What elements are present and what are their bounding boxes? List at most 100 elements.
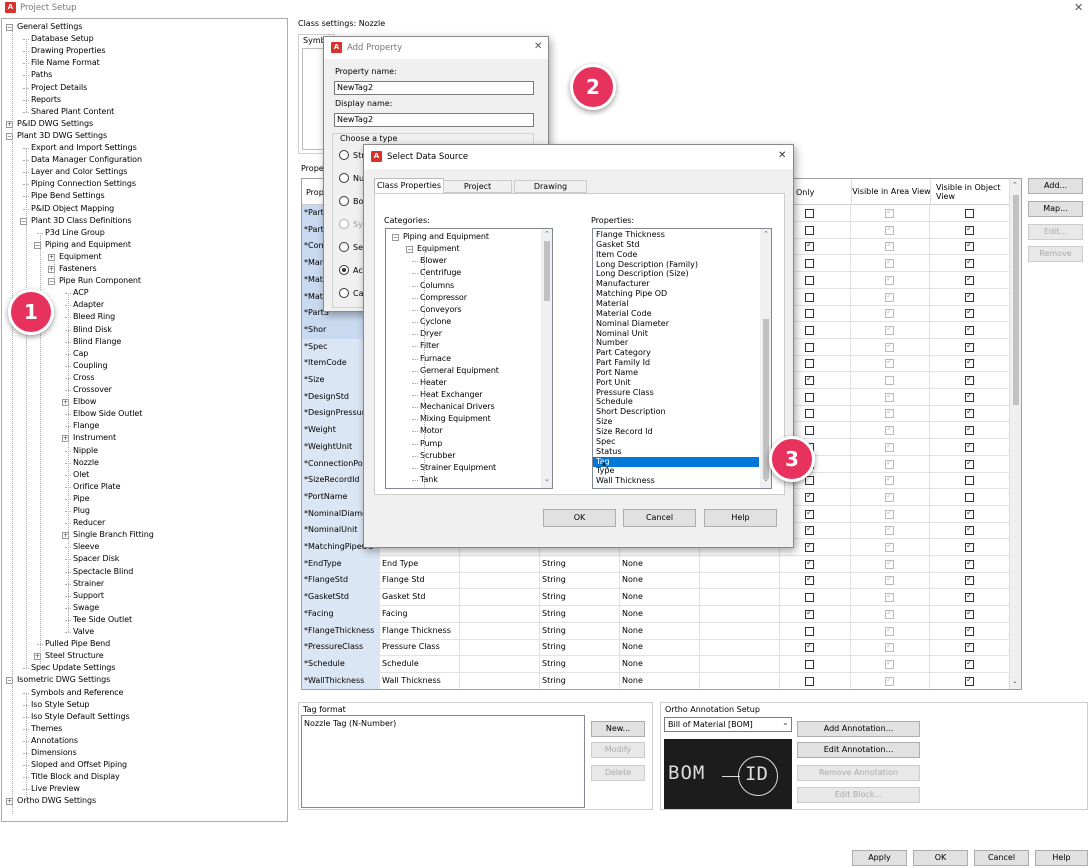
visible-area-checkbox[interactable] xyxy=(885,458,894,469)
visible-area-checkbox[interactable] xyxy=(885,474,894,486)
visible-object-checkbox[interactable] xyxy=(965,240,974,252)
grid-row[interactable]: *FlangeThickness Flange Thickness String No… xyxy=(302,622,1020,640)
property-name-cell[interactable]: *GasketStd xyxy=(302,589,380,607)
edit-annotation-button[interactable]: Edit Annotation... xyxy=(797,742,920,758)
scroll-down-icon[interactable]: ⌄ xyxy=(544,475,550,483)
visible-object-checkbox[interactable] xyxy=(965,274,974,285)
grid-row[interactable]: *PressureClass Pressure Class String None xyxy=(302,639,1020,657)
visible-object-checkbox[interactable] xyxy=(965,492,974,502)
properties-scroll-thumb[interactable] xyxy=(763,319,769,479)
close-icon[interactable]: ✕ xyxy=(534,41,542,52)
scroll-down-icon[interactable]: ⌄ xyxy=(1012,677,1018,685)
visible-area-checkbox[interactable] xyxy=(885,307,894,319)
visible-object-checkbox[interactable] xyxy=(965,341,974,352)
visible-area-checkbox[interactable] xyxy=(885,291,894,302)
cell-type[interactable]: String xyxy=(540,589,620,607)
visible-area-checkbox[interactable] xyxy=(885,491,894,502)
property-list-item[interactable]: Schedule xyxy=(593,397,759,407)
visible-area-checkbox[interactable] xyxy=(885,641,894,653)
property-name-cell[interactable]: *Schedule xyxy=(302,655,380,673)
grid-cell[interactable] xyxy=(460,555,540,573)
cell-type[interactable]: String xyxy=(540,639,620,657)
visible-area-checkbox[interactable] xyxy=(885,574,894,586)
settings-tree[interactable]: − General Settings Database Setup Drawing P… xyxy=(1,18,288,822)
edit-block-button[interactable]: Edit Block... xyxy=(797,787,920,803)
display-name-input[interactable]: NewTag2 xyxy=(334,113,534,127)
cell-def[interactable]: None xyxy=(620,555,700,573)
read-only-checkbox[interactable] xyxy=(805,676,814,686)
property-list-item[interactable]: Port Unit xyxy=(593,378,759,388)
tab-drawing-properties[interactable]: Drawing Properties xyxy=(514,180,587,203)
property-list-item-selected[interactable]: Tag xyxy=(593,456,759,467)
cell-def[interactable]: None xyxy=(620,639,700,657)
grid-row[interactable]: *EndType End Type String None xyxy=(302,555,1020,573)
visible-object-checkbox[interactable] xyxy=(965,224,974,235)
type-radio[interactable] xyxy=(339,288,349,298)
property-name-cell[interactable]: *WallThickness xyxy=(302,672,380,689)
visible-object-checkbox[interactable] xyxy=(965,574,974,586)
visible-area-checkbox[interactable] xyxy=(885,625,894,636)
annotation-select[interactable]: Bill of Material [BOM] ⌄ xyxy=(664,717,792,732)
scroll-up-icon[interactable]: ⌃ xyxy=(1012,181,1018,189)
property-name-input[interactable]: NewTag2 xyxy=(334,81,534,95)
visible-object-checkbox[interactable] xyxy=(965,391,974,402)
type-radio[interactable] xyxy=(339,219,349,229)
visible-object-checkbox[interactable] xyxy=(965,324,974,335)
ok-button[interactable]: OK xyxy=(913,850,968,866)
delete-tag-format-button[interactable]: Delete xyxy=(591,765,645,781)
property-name-cell[interactable]: *FlangeStd xyxy=(302,572,380,590)
property-list-item[interactable]: Size xyxy=(593,417,759,427)
property-list-item[interactable]: Matching Pipe OD xyxy=(593,289,759,299)
visible-area-checkbox[interactable] xyxy=(885,441,894,452)
tag-format-list[interactable]: Nozzle Tag (N-Number) xyxy=(301,715,585,808)
grid-cell[interactable] xyxy=(460,655,540,673)
read-only-checkbox[interactable] xyxy=(805,309,814,319)
property-list-item[interactable]: Long Description (Family) xyxy=(593,260,759,270)
visible-object-checkbox[interactable] xyxy=(965,458,974,469)
read-only-checkbox[interactable] xyxy=(805,626,814,636)
header-read-only[interactable]: Only xyxy=(796,188,814,197)
property-list-item[interactable]: Material Code xyxy=(593,309,759,319)
read-only-checkbox[interactable] xyxy=(805,325,814,335)
header-visible-area[interactable]: Visible in Area View xyxy=(851,179,931,205)
property-list-item[interactable]: Status xyxy=(593,447,759,457)
visible-area-checkbox[interactable] xyxy=(885,341,894,352)
cell-type[interactable]: String xyxy=(540,572,620,590)
type-radio[interactable] xyxy=(339,150,349,160)
grid-cell[interactable] xyxy=(460,605,540,623)
grid-row[interactable]: *Facing Facing String None xyxy=(302,605,1020,623)
read-only-checkbox[interactable] xyxy=(805,209,814,218)
property-name-cell[interactable]: *PressureClass xyxy=(302,639,380,657)
categories-tree[interactable]: − Piping and Equipment − Equipment Blower Cen… xyxy=(385,228,553,489)
read-only-checkbox[interactable] xyxy=(805,359,814,369)
visible-area-checkbox[interactable] xyxy=(885,591,894,603)
cell-type[interactable]: String xyxy=(540,555,620,573)
visible-area-checkbox[interactable] xyxy=(885,407,894,419)
remove-annotation-button[interactable]: Remove Annotation xyxy=(797,765,920,781)
read-only-checkbox[interactable] xyxy=(805,240,814,252)
cell-def[interactable]: None xyxy=(620,605,700,623)
cell-disp[interactable]: Flange Std xyxy=(380,572,460,590)
read-only-checkbox[interactable] xyxy=(805,641,814,653)
new-tag-format-button[interactable]: New... xyxy=(591,721,645,737)
scroll-up-icon[interactable]: ⌃ xyxy=(544,230,550,238)
map-button[interactable]: Map... xyxy=(1028,201,1083,217)
property-list-item[interactable]: Gasket Std xyxy=(593,240,759,250)
grid-cell[interactable] xyxy=(460,622,540,640)
property-name-cell[interactable]: *Facing xyxy=(302,605,380,623)
header-visible-object[interactable]: Visible in Object View xyxy=(930,179,1010,205)
collapse-icon[interactable]: − xyxy=(392,234,399,241)
visible-object-checkbox[interactable] xyxy=(965,591,974,603)
read-only-checkbox[interactable] xyxy=(805,292,814,302)
read-only-checkbox[interactable] xyxy=(805,409,814,419)
add-annotation-button[interactable]: Add Annotation... xyxy=(797,721,920,737)
visible-area-checkbox[interactable] xyxy=(885,257,894,269)
read-only-checkbox[interactable] xyxy=(805,608,814,619)
read-only-checkbox[interactable] xyxy=(805,374,814,385)
grid-scrollbar[interactable]: ⌃ ⌄ xyxy=(1009,179,1021,689)
type-radio[interactable] xyxy=(339,196,349,206)
tab-project-properties[interactable]: Project Properties xyxy=(443,180,512,203)
header-property[interactable]: Prop xyxy=(306,188,324,197)
grid-cell[interactable] xyxy=(700,639,780,657)
property-name-cell[interactable]: *EndType xyxy=(302,555,380,573)
